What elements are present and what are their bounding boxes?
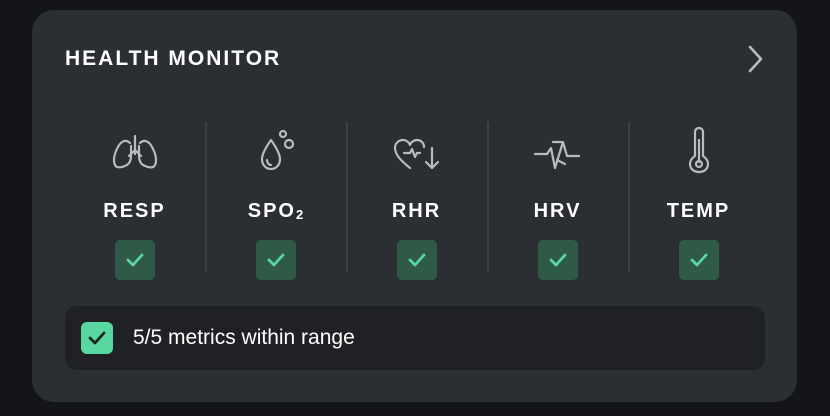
thermometer-icon xyxy=(684,124,714,174)
health-monitor-card: HEALTH MONITOR RESP SPO2 RHR HRV TEMP 5/… xyxy=(32,10,797,402)
chevron-right-icon[interactable] xyxy=(743,44,767,74)
metric-label: RESP xyxy=(103,200,166,222)
metric-spo2: SPO2 xyxy=(205,120,346,286)
check-icon xyxy=(267,253,284,267)
status-check xyxy=(396,240,437,280)
heartbeat-line-icon xyxy=(531,124,585,174)
metric-hrv: HRV xyxy=(487,120,628,286)
droplet-icon xyxy=(254,124,298,174)
status-check xyxy=(678,240,719,280)
metric-resp: RESP xyxy=(64,120,205,286)
check-icon xyxy=(549,253,566,267)
status-check xyxy=(537,240,578,280)
metric-label: HRV xyxy=(533,200,582,222)
metric-rhr: RHR xyxy=(346,120,487,286)
summary-check-icon xyxy=(81,322,113,354)
lungs-icon xyxy=(109,124,161,174)
check-icon xyxy=(690,253,707,267)
metric-label: RHR xyxy=(391,200,442,222)
metric-temp: TEMP xyxy=(628,120,769,286)
summary-text: 5/5 metrics within range xyxy=(133,326,355,349)
check-icon xyxy=(408,253,425,267)
status-check xyxy=(114,240,155,280)
card-header[interactable]: HEALTH MONITOR xyxy=(65,44,767,74)
metrics-row: RESP SPO2 RHR HRV TEMP xyxy=(64,120,769,286)
card-title: HEALTH MONITOR xyxy=(65,47,282,70)
metric-label: SPO2 xyxy=(247,200,304,222)
status-check xyxy=(255,240,296,280)
metric-label: TEMP xyxy=(666,200,731,222)
heart-down-icon xyxy=(390,124,444,174)
summary-bar: 5/5 metrics within range xyxy=(65,306,765,370)
check-icon xyxy=(126,253,143,267)
